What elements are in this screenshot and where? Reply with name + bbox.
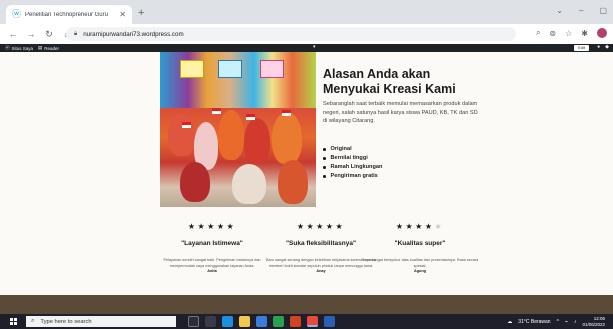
- star-filled-icon: ★: [325, 222, 336, 231]
- wordpress-icon: ⓦ: [5, 45, 10, 50]
- user-avatar-icon[interactable]: ●: [597, 44, 600, 50]
- share-icon[interactable]: ⊚: [549, 29, 556, 38]
- reader-link[interactable]: ▤ Reader: [38, 45, 59, 51]
- maximize-icon[interactable]: ▢: [599, 6, 607, 15]
- minimize-icon[interactable]: –: [579, 6, 583, 15]
- new-tab-button[interactable]: +: [138, 8, 144, 19]
- network-icon[interactable]: ⌁: [565, 319, 568, 325]
- task-view-icon[interactable]: [188, 316, 199, 327]
- tab-title: Penelitian Technopreneur Guru: [25, 11, 108, 18]
- chevron-down-icon[interactable]: ⌄: [556, 6, 563, 15]
- wp-admin-bar: ⓦ Situs Saya ▤ Reader ▾ Edit ● ◆: [0, 44, 613, 52]
- browser-toolbar: ← → ↻ ⌂ 🔒︎ nurarnipurwandari73.wordpress…: [0, 24, 613, 44]
- testimonial-title: "Layanan Istimewa": [181, 240, 243, 247]
- star-filled-icon: ★: [306, 222, 317, 231]
- bell-icon[interactable]: ◆: [605, 44, 609, 50]
- forward-arrow-icon[interactable]: →: [24, 29, 38, 40]
- system-tray: ☁ 31°C Berawan ^ ⌁ ♪ 12:06 01/06/2022: [507, 316, 605, 327]
- star-filled-icon: ★: [226, 222, 237, 231]
- chevron-up-icon[interactable]: ^: [557, 319, 559, 325]
- feature-list: Original Bernilai tinggi Ramah Lingkunga…: [323, 145, 382, 181]
- list-item: Ramah Lingkungan: [323, 163, 382, 172]
- testimonial-body: Saya sangat bersyukur atas kualitas dan …: [361, 258, 479, 268]
- avatar[interactable]: [597, 28, 607, 38]
- store-icon[interactable]: [256, 316, 267, 327]
- star-filled-icon: ★: [335, 222, 346, 231]
- lock-icon[interactable]: 🔒︎: [74, 31, 77, 38]
- file-explorer-icon[interactable]: [239, 316, 250, 327]
- url-text: nurarnipurwandari73.wordpress.com: [83, 30, 184, 38]
- wordpress-icon: ⓦ: [12, 9, 22, 19]
- taskbar-search-input[interactable]: ⌕ Type here to search: [26, 316, 176, 327]
- widgets-icon[interactable]: [205, 316, 216, 327]
- address-bar[interactable]: 🔒︎ nurarnipurwandari73.wordpress.com: [66, 27, 516, 41]
- reload-icon[interactable]: ↻: [42, 29, 56, 40]
- powerpoint-icon[interactable]: [290, 316, 301, 327]
- testimonial-body: Pelayanan sendiri sangat baik. Pengirima…: [163, 258, 261, 268]
- star-filled-icon: ★: [424, 222, 435, 231]
- windows-start-icon[interactable]: [10, 318, 17, 325]
- classroom-photo: [160, 52, 316, 207]
- reader-label: Reader: [44, 45, 60, 51]
- search-icon[interactable]: ⌕: [536, 28, 540, 38]
- word-icon[interactable]: [324, 316, 335, 327]
- footer-band: [0, 295, 613, 314]
- browser-tab-strip: ⓦ Penelitian Technopreneur Guru ✕ + ⌄ – …: [0, 0, 613, 24]
- star-filled-icon: ★: [197, 222, 208, 231]
- star-filled-icon: ★: [405, 222, 416, 231]
- testimonial: ★★★★★ "Kualitas super" Saya sangat bersy…: [360, 222, 480, 273]
- edit-button[interactable]: Edit: [574, 45, 589, 51]
- my-sites-label: Situs Saya: [11, 45, 34, 51]
- taskbar: ⌕ Type here to search ☁ 31°C Berawan ^ ⌁…: [0, 314, 613, 329]
- clock[interactable]: 12:06 01/06/2022: [582, 316, 605, 327]
- testimonial-author: Anita: [207, 269, 217, 273]
- reader-icon: ▤: [38, 45, 43, 50]
- testimonial: ★★★★★ "Layanan Istimewa" Pelayanan sendi…: [152, 222, 272, 273]
- excel-icon[interactable]: [273, 316, 284, 327]
- notification-icon[interactable]: ▾: [313, 44, 316, 50]
- page-title: Alasan Anda akan Menyukai Kreasi Kami: [323, 67, 456, 96]
- star-filled-icon: ★: [216, 222, 227, 231]
- browser-tab[interactable]: ⓦ Penelitian Technopreneur Guru ✕: [6, 5, 132, 24]
- search-icon: ⌕: [31, 318, 35, 324]
- list-item: Original: [323, 145, 382, 154]
- chrome-icon[interactable]: [307, 316, 318, 327]
- edge-browser-icon[interactable]: [222, 316, 233, 327]
- back-arrow-icon[interactable]: ←: [6, 29, 20, 40]
- volume-icon[interactable]: ♪: [574, 319, 577, 325]
- search-placeholder: Type here to search: [40, 318, 92, 325]
- testimonial-author: Agung: [413, 269, 427, 273]
- close-icon[interactable]: ✕: [119, 10, 126, 19]
- window-controls: ⌄ – ▢: [556, 6, 607, 15]
- my-sites-link[interactable]: ⓦ Situs Saya: [5, 45, 33, 51]
- list-item: Pengiriman gratis: [323, 172, 382, 181]
- page-content: Alasan Anda akan Menyukai Kreasi Kami Se…: [0, 52, 613, 314]
- star-empty-icon: ★: [434, 222, 445, 231]
- clock-date: 01/06/2022: [582, 321, 605, 327]
- star-filled-icon: ★: [415, 222, 425, 231]
- description: Sebaranglah saat terbaik memulai memasar…: [323, 101, 478, 124]
- extensions-icon[interactable]: ✱: [581, 29, 588, 38]
- star-rating: ★★★★★: [152, 222, 272, 232]
- weather-text[interactable]: 31°C Berawan: [518, 319, 550, 325]
- weather-icon[interactable]: ☁: [507, 319, 512, 325]
- testimonial-title: "Kualitas super": [394, 240, 446, 247]
- star-filled-icon: ★: [316, 222, 326, 231]
- star-filled-icon: ★: [207, 222, 217, 231]
- list-item: Bernilai tinggi: [323, 154, 382, 163]
- bookmark-star-icon[interactable]: ☆: [565, 29, 572, 38]
- star-rating: ★★★★★: [360, 222, 480, 232]
